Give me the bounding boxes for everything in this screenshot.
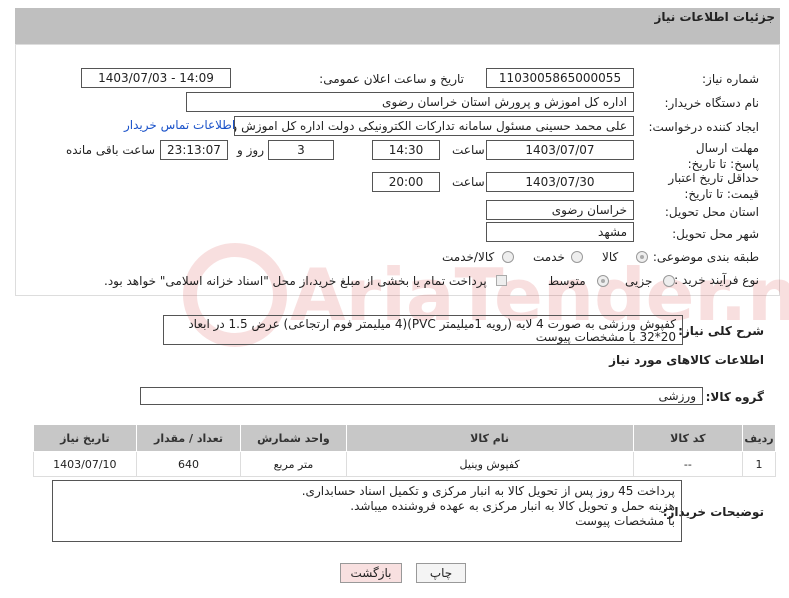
cell-date: 1403/07/10: [33, 451, 137, 477]
deadline-time-field: 14:30: [372, 140, 440, 160]
province-label: استان محل تحویل:: [664, 205, 759, 219]
treasury-checkbox[interactable]: [496, 275, 507, 286]
process-radio-medium[interactable]: [597, 275, 609, 287]
process-radio-minor[interactable]: [663, 275, 675, 287]
category-service-label: خدمت: [533, 250, 565, 264]
buyer-notes-line: با مشخصات پیوست: [575, 514, 675, 528]
back-button[interactable]: بازگشت: [340, 563, 402, 583]
col-qty: تعداد / مقدار: [135, 424, 242, 452]
province-field: خراسان رضوی: [486, 200, 634, 220]
buyer-org-field: اداره کل اموزش و پرورش استان خراسان رضوی: [186, 92, 634, 112]
deadline-date-field: 1403/07/07: [486, 140, 634, 160]
cell-unit: متر مربع: [240, 451, 347, 477]
col-code: کد کالا: [632, 424, 744, 452]
days-field: 3: [268, 140, 334, 160]
validity-date-field: 1403/07/30: [486, 172, 634, 192]
cell-row: 1: [742, 451, 776, 477]
print-button[interactable]: چاپ: [416, 563, 466, 583]
deadline-label: مهلت ارسال پاسخ: تا تاریخ:: [687, 141, 759, 171]
city-field: مشهد: [486, 222, 634, 242]
category-label: طبقه بندی موضوعی:: [652, 250, 759, 264]
col-unit: واحد شمارش: [240, 424, 347, 452]
buyer-notes-line: هزینه حمل و تحویل کالا به انبار مرکزی به…: [350, 499, 675, 513]
goods-group-field: ورزشی: [140, 387, 703, 405]
need-number-field: 1103005865000055: [486, 68, 634, 88]
cell-code: --: [632, 451, 744, 477]
validity-time-label: ساعت: [452, 175, 485, 189]
category-radio-both[interactable]: [502, 251, 514, 263]
goods-group-label: گروه کالا:: [705, 390, 764, 404]
need-number-label: شماره نیاز:: [702, 72, 759, 86]
remaining-label: ساعت باقی مانده: [66, 143, 156, 157]
process-label: نوع فرآیند خرید :: [674, 273, 759, 287]
process-medium-label: متوسط: [548, 274, 586, 288]
validity-time-field: 20:00: [372, 172, 440, 192]
payment-note: پرداخت تمام یا بخشی از مبلغ خرید،از محل …: [104, 274, 487, 288]
col-name: نام کالا: [345, 424, 634, 452]
deadline-time-label: ساعت: [452, 143, 485, 157]
announce-label: تاریخ و ساعت اعلان عمومی:: [319, 72, 464, 86]
process-minor-label: جزیی: [625, 274, 653, 288]
cell-qty: 640: [135, 451, 242, 477]
col-row: ردیف: [742, 424, 776, 452]
panel-title: جزئیات اطلاعات نیاز: [654, 10, 775, 24]
buyer-org-label: نام دستگاه خریدار:: [664, 96, 760, 110]
announce-field: 1403/07/03 - 14:09: [81, 68, 231, 88]
category-radio-service[interactable]: [571, 251, 583, 263]
description-textarea: کفپوش ورزشی به صورت 4 لایه (رویه 1میلیمت…: [163, 315, 683, 345]
table-row: 1 -- کفپوش وینیل متر مربع 640 1403/07/10: [33, 451, 776, 477]
category-both-label: کالا/خدمت: [442, 250, 495, 264]
buyer-notes-textarea: پرداخت 45 روز پس از تحویل کالا به انبار …: [52, 480, 682, 542]
category-goods-label: کالا: [602, 250, 619, 264]
days-label: روز و: [237, 143, 264, 157]
validity-label: حداقل تاریخ اعتبار قیمت: تا تاریخ:: [668, 171, 759, 201]
creator-label: ایجاد کننده درخواست:: [648, 120, 759, 134]
cell-name: کفپوش وینیل: [345, 451, 634, 477]
city-label: شهر محل تحویل:: [672, 227, 759, 241]
buyer-notes-line: پرداخت 45 روز پس از تحویل کالا به انبار …: [301, 484, 675, 498]
goods-section-title: اطلاعات کالاهای مورد نیاز: [609, 353, 764, 367]
col-date: تاریخ نیاز: [33, 424, 137, 452]
description-label: شرح کلی نیاز:: [678, 324, 764, 338]
category-radio-goods[interactable]: [636, 251, 648, 263]
contact-buyer-link[interactable]: اطلاعات تماس خریدار: [124, 118, 235, 132]
remaining-time-field: 23:13:07: [160, 140, 228, 160]
creator-field: علی محمد حسینی مسئول سامانه تدارکات الکت…: [234, 116, 634, 136]
goods-table: ردیف کد کالا نام کالا واحد شمارش تعداد /…: [33, 424, 776, 477]
